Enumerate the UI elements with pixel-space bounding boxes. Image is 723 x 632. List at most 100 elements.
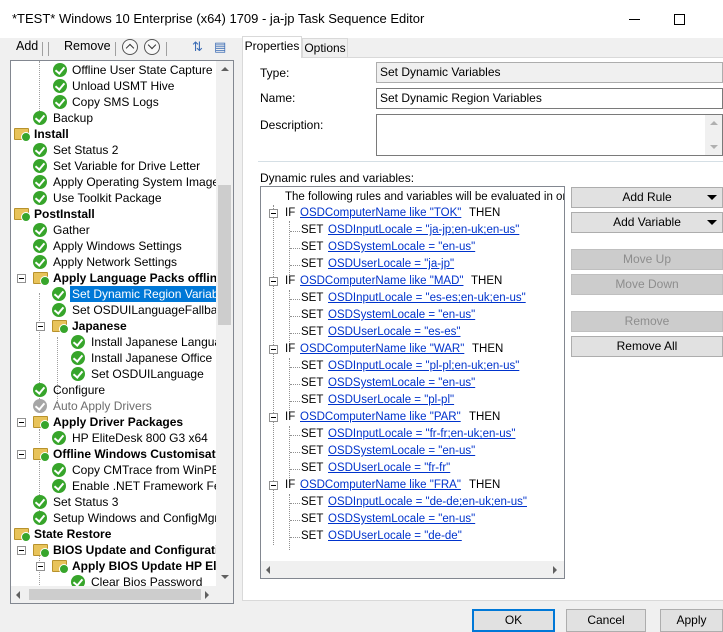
rule-set-row[interactable]: SET OSDInputLocale = "fr-fr;en-uk;en-us" [261, 427, 561, 442]
rule-set-row[interactable]: SET OSDUserLocale = "es-es" [261, 325, 561, 340]
tree-scroll-thumb[interactable] [218, 185, 231, 325]
variable-assignment-link[interactable]: OSDInputLocale = "ja-jp;en-uk;en-us" [328, 223, 519, 238]
rule-set-row[interactable]: SET OSDInputLocale = "pl-pl;en-uk;en-us" [261, 359, 561, 374]
rule-if-row[interactable]: IF OSDComputerName like "WAR" THEN [261, 342, 561, 357]
rule-if-row[interactable]: IF OSDComputerName like "PAR" THEN [261, 410, 561, 425]
variable-assignment-link[interactable]: OSDSystemLocale = "en-us" [328, 308, 475, 323]
tree-item[interactable]: Set Variable for Drive Letter [11, 158, 217, 174]
ok-button[interactable]: OK [472, 609, 555, 632]
rules-horizontal-scrollbar[interactable] [261, 561, 564, 578]
variable-assignment-link[interactable]: OSDInputLocale = "de-de;en-uk;en-us" [328, 495, 527, 510]
tab-properties[interactable]: Properties [242, 36, 302, 58]
scroll-left-icon[interactable] [16, 591, 20, 599]
rule-set-row[interactable]: SET OSDSystemLocale = "en-us" [261, 512, 561, 527]
variable-assignment-link[interactable]: OSDSystemLocale = "en-us" [328, 444, 475, 459]
task-sequence-tree[interactable]: Offline User State Capture Unload USMT H… [10, 60, 234, 604]
move-down-icon[interactable] [144, 39, 160, 55]
scroll-right-icon[interactable] [205, 591, 209, 599]
tree-item[interactable]: Set OSDUILanguage [11, 366, 217, 382]
tree-item-disabled[interactable]: Auto Apply Drivers [11, 398, 217, 414]
tree-item[interactable]: HP EliteDesk 800 G3 x64 [11, 430, 217, 446]
variable-assignment-link[interactable]: OSDSystemLocale = "en-us" [328, 240, 475, 255]
rule-condition-link[interactable]: OSDComputerName like "PAR" [300, 410, 461, 425]
tree-item[interactable]: Copy CMTrace from WinPE to [11, 462, 233, 478]
variable-assignment-link[interactable]: OSDSystemLocale = "en-us" [328, 376, 475, 391]
collapse-icon[interactable] [269, 209, 278, 218]
rule-if-row[interactable]: IF OSDComputerName like "TOK" THEN [261, 206, 561, 221]
tree-item[interactable]: Offline User State Capture [11, 62, 217, 78]
tree-group[interactable]: Offline Windows Customisation [11, 446, 233, 462]
name-field[interactable]: Set Dynamic Region Variables [376, 88, 723, 109]
rule-set-row[interactable]: SET OSDUserLocale = "pl-pl" [261, 393, 561, 408]
rule-set-row[interactable]: SET OSDUserLocale = "de-de" [261, 529, 561, 544]
scroll-right-icon[interactable] [553, 566, 557, 574]
collapse-icon[interactable] [269, 345, 278, 354]
rule-set-row[interactable]: SET OSDSystemLocale = "en-us" [261, 308, 561, 323]
tree-item[interactable]: Setup Windows and ConfigMgr [11, 510, 218, 526]
tree-group[interactable]: Apply Language Packs offline [11, 270, 224, 286]
variable-assignment-link[interactable]: OSDUserLocale = "pl-pl" [328, 393, 454, 408]
add-rule-button[interactable]: Add Rule [571, 187, 723, 208]
add-menu-button[interactable]: Add [16, 39, 38, 53]
move-up-button[interactable]: Move Up [571, 249, 723, 270]
tree-group[interactable]: Japanese [11, 318, 217, 334]
rule-set-row[interactable]: SET OSDUserLocale = "fr-fr" [261, 461, 561, 476]
remove-button-disabled[interactable]: Remove [571, 311, 723, 332]
pane-splitter[interactable] [236, 38, 240, 608]
tree-hscroll-thumb[interactable] [29, 589, 201, 600]
rule-condition-link[interactable]: OSDComputerName like "MAD" [300, 274, 463, 289]
tree-item[interactable]: Apply Network Settings [11, 254, 217, 270]
variable-assignment-link[interactable]: OSDUserLocale = "ja-jp" [328, 257, 454, 272]
scroll-down-icon[interactable] [221, 575, 229, 579]
collapse-icon[interactable] [36, 562, 45, 571]
cancel-button[interactable]: Cancel [566, 609, 646, 632]
tree-group[interactable]: Apply Driver Packages [11, 414, 217, 430]
tree-item-selected[interactable]: Set Dynamic Region Variables [11, 286, 233, 302]
variable-assignment-link[interactable]: OSDUserLocale = "de-de" [328, 529, 462, 544]
tree-horizontal-scrollbar[interactable] [11, 586, 233, 603]
tree-item[interactable]: Install Japanese Language [11, 334, 233, 350]
scroll-up-icon[interactable] [710, 121, 718, 125]
collapse-icon[interactable] [17, 418, 26, 427]
tree-item[interactable]: Backup [11, 110, 217, 126]
tree-item[interactable]: Gather [11, 222, 217, 238]
scroll-left-icon[interactable] [266, 566, 270, 574]
apply-button[interactable]: Apply [660, 609, 723, 632]
tree-item[interactable]: Set Status 3 [11, 494, 217, 510]
rule-condition-link[interactable]: OSDComputerName like "WAR" [300, 342, 464, 357]
rule-set-row[interactable]: SET OSDSystemLocale = "en-us" [261, 240, 561, 255]
rules-tree[interactable]: The following rules and variables will b… [260, 186, 565, 579]
collapse-icon[interactable] [36, 322, 45, 331]
rule-if-row[interactable]: IF OSDComputerName like "FRA" THEN [261, 478, 561, 493]
move-down-button[interactable]: Move Down [571, 274, 723, 295]
tree-item[interactable]: Apply Operating System Image [11, 174, 219, 190]
rule-condition-link[interactable]: OSDComputerName like "TOK" [300, 206, 461, 221]
collapse-icon[interactable] [269, 481, 278, 490]
variable-assignment-link[interactable]: OSDSystemLocale = "en-us" [328, 512, 475, 527]
add-variable-button[interactable]: Add Variable [571, 212, 723, 233]
rule-set-row[interactable]: SET OSDInputLocale = "ja-jp;en-uk;en-us" [261, 223, 561, 238]
rule-set-row[interactable]: SET OSDSystemLocale = "en-us" [261, 444, 561, 459]
rule-set-row[interactable]: SET OSDSystemLocale = "en-us" [261, 376, 561, 391]
collapse-icon[interactable] [17, 274, 26, 283]
minimize-icon[interactable] [620, 6, 650, 32]
maximize-icon[interactable] [665, 6, 695, 32]
rule-set-row[interactable]: SET OSDInputLocale = "de-de;en-uk;en-us" [261, 495, 561, 510]
variable-assignment-link[interactable]: OSDUserLocale = "es-es" [328, 325, 460, 340]
properties-icon[interactable]: ▤ [214, 39, 226, 55]
tree-group[interactable]: State Restore [11, 526, 217, 542]
tree-group[interactable]: Install [11, 126, 217, 142]
remove-all-button[interactable]: Remove All [571, 336, 723, 357]
tree-item[interactable]: Copy SMS Logs [11, 94, 217, 110]
tree-item[interactable]: Unload USMT Hive [11, 78, 217, 94]
variable-assignment-link[interactable]: OSDInputLocale = "pl-pl;en-uk;en-us" [328, 359, 519, 374]
sort-icon[interactable]: ⇅ [192, 39, 203, 55]
tree-item[interactable]: Use Toolkit Package [11, 190, 217, 206]
collapse-icon[interactable] [269, 277, 278, 286]
tree-item[interactable]: Enable .NET Framework Featu [11, 478, 233, 494]
tree-item[interactable]: Configure [11, 382, 217, 398]
tree-group[interactable]: PostInstall [11, 206, 217, 222]
rule-set-row[interactable]: SET OSDUserLocale = "ja-jp" [261, 257, 561, 272]
tree-vertical-scrollbar[interactable] [216, 61, 233, 587]
rule-if-row[interactable]: IF OSDComputerName like "MAD" THEN [261, 274, 561, 289]
